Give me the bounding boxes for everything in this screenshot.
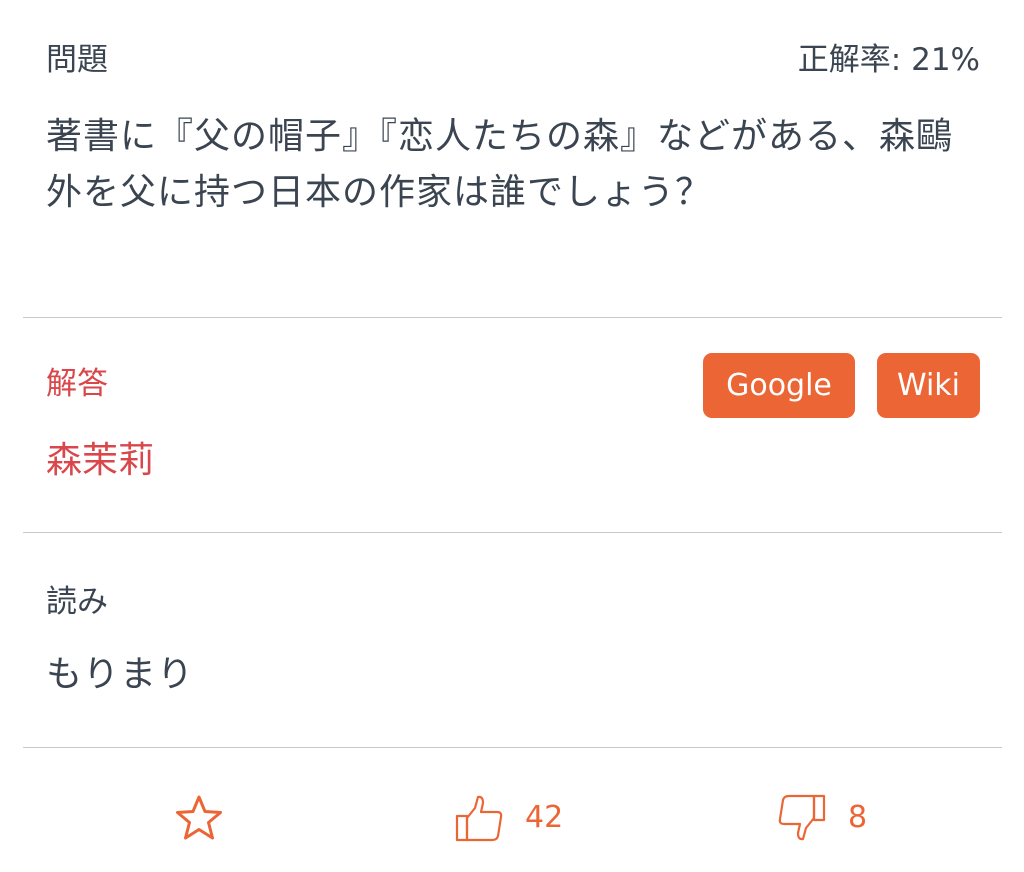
divider	[23, 532, 1002, 533]
divider	[23, 747, 1002, 748]
question-text: 著書に『父の帽子』『恋人たちの森』などがある、森鷗外を父に持つ日本の作家は誰でし…	[46, 116, 954, 213]
google-search-button[interactable]: Google	[703, 353, 855, 418]
like-count: 42	[525, 800, 564, 835]
accuracy-rate: 正解率: 21%	[797, 42, 980, 78]
star-icon	[174, 793, 224, 843]
dislike-button[interactable]: 8	[776, 788, 867, 848]
answer-label: 解答	[46, 366, 108, 402]
thumbs-up-icon	[453, 792, 505, 844]
thumbs-down-icon	[776, 792, 828, 844]
reading-text: もりまり	[46, 654, 195, 695]
divider	[23, 317, 1002, 318]
question-label: 問題	[46, 42, 108, 78]
like-button[interactable]: 42	[453, 788, 563, 848]
wiki-search-button[interactable]: Wiki	[877, 353, 980, 418]
answer-text: 森茉莉	[46, 440, 155, 481]
favorite-button[interactable]	[174, 788, 224, 848]
reading-label: 読み	[46, 584, 108, 620]
dislike-count: 8	[848, 800, 868, 835]
